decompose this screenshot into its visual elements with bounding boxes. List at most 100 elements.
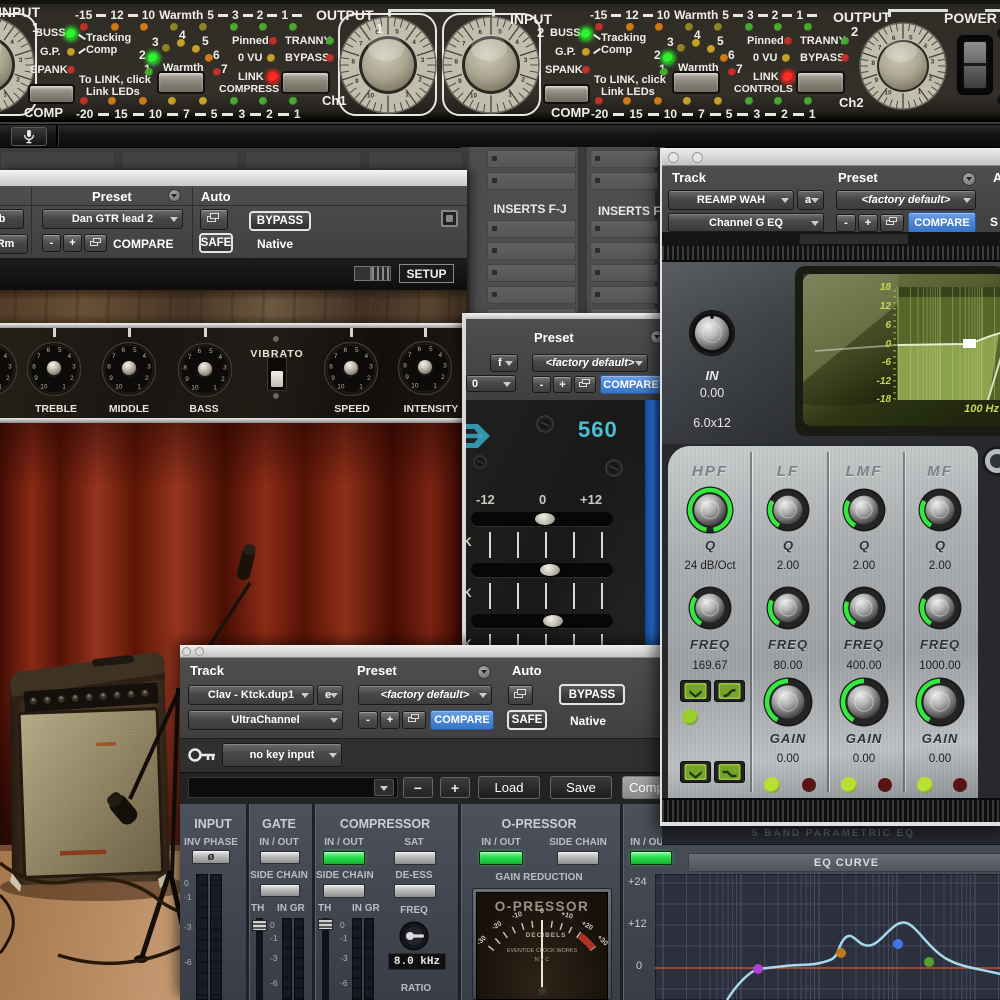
svg-text:5: 5 [909, 34, 913, 41]
svg-text:1: 1 [137, 383, 141, 390]
svg-text:1: 1 [359, 383, 363, 390]
svg-text:3: 3 [369, 364, 373, 371]
svg-text:3: 3 [931, 59, 935, 66]
svg-text:7: 7 [188, 354, 192, 361]
svg-text:4: 4 [142, 353, 146, 360]
svg-text:0: 0 [540, 908, 544, 915]
svg-text:2: 2 [221, 376, 225, 383]
svg-text:7: 7 [334, 353, 338, 360]
svg-text:3: 3 [421, 57, 425, 64]
svg-text:9: 9 [874, 77, 878, 84]
svg-text:-20: -20 [491, 920, 503, 931]
svg-text:N Y C: N Y C [535, 957, 549, 963]
svg-text:10: 10 [470, 93, 478, 100]
svg-text:10: 10 [884, 89, 892, 96]
svg-text:2: 2 [441, 374, 445, 381]
svg-text:5: 5 [429, 346, 433, 353]
svg-text:1: 1 [508, 92, 512, 99]
svg-text:3: 3 [524, 57, 528, 64]
svg-text:100 Hz: 100 Hz [964, 403, 999, 415]
svg-text:1: 1 [3, 92, 7, 99]
svg-text:8: 8 [871, 60, 875, 67]
svg-text:8: 8 [183, 365, 187, 372]
svg-text:10: 10 [191, 384, 199, 391]
svg-text:5: 5 [209, 348, 213, 355]
svg-text:10: 10 [367, 93, 375, 100]
svg-text:+30: +30 [595, 934, 608, 947]
svg-text:-10: -10 [511, 911, 523, 921]
svg-text:2: 2 [929, 76, 933, 83]
svg-text:5: 5 [133, 347, 137, 354]
svg-text:2: 2 [521, 77, 525, 84]
svg-text:9: 9 [355, 78, 359, 85]
svg-text:10: 10 [337, 383, 345, 390]
svg-text:4: 4 [923, 43, 927, 50]
svg-text:4: 4 [438, 352, 442, 359]
svg-text:9: 9 [405, 374, 409, 381]
svg-text:4: 4 [515, 39, 519, 46]
svg-text:3: 3 [72, 364, 76, 371]
svg-text:4: 4 [3, 353, 7, 360]
svg-text:0: 0 [885, 339, 891, 350]
svg-text:1: 1 [433, 382, 437, 389]
svg-text:5: 5 [355, 347, 359, 354]
svg-text:1: 1 [213, 384, 217, 391]
svg-text:-12: -12 [877, 376, 892, 387]
svg-text:7: 7 [37, 353, 41, 360]
svg-text:9: 9 [458, 78, 462, 85]
svg-text:4: 4 [67, 353, 71, 360]
svg-text:3: 3 [8, 364, 12, 371]
svg-text:3: 3 [443, 363, 447, 370]
svg-text:18: 18 [880, 282, 892, 293]
svg-text:6: 6 [417, 346, 421, 353]
svg-text:8: 8 [454, 59, 458, 66]
svg-text:6: 6 [121, 347, 125, 354]
svg-text:4: 4 [364, 353, 368, 360]
svg-text:7: 7 [408, 352, 412, 359]
svg-text:2: 2 [6, 375, 10, 382]
svg-text:4: 4 [218, 354, 222, 361]
svg-text:1: 1 [917, 89, 921, 96]
svg-text:4: 4 [10, 39, 14, 46]
svg-text:1: 1 [62, 383, 66, 390]
svg-text:8: 8 [351, 59, 355, 66]
svg-text:9: 9 [331, 375, 335, 382]
svg-text:6: 6 [46, 347, 50, 354]
svg-text:2: 2 [418, 77, 422, 84]
svg-text:6: 6 [478, 29, 482, 36]
svg-text:4: 4 [412, 39, 416, 46]
svg-text:3: 3 [223, 365, 227, 372]
svg-text:12: 12 [880, 301, 892, 312]
svg-text:1: 1 [405, 92, 409, 99]
svg-text:3: 3 [147, 364, 151, 371]
svg-text:10: 10 [40, 383, 48, 390]
svg-text:2: 2 [145, 375, 149, 382]
svg-text:8: 8 [329, 364, 333, 371]
svg-text:8: 8 [107, 364, 111, 371]
svg-text:6: 6 [885, 320, 891, 331]
svg-text:-6: -6 [882, 357, 891, 368]
svg-text:9: 9 [34, 375, 38, 382]
svg-text:9: 9 [185, 376, 189, 383]
svg-text:9: 9 [109, 375, 113, 382]
svg-text:+20: +20 [580, 920, 594, 932]
svg-text:6: 6 [343, 347, 347, 354]
svg-text:-18: -18 [877, 394, 892, 405]
svg-text:3: 3 [19, 57, 23, 64]
svg-text:7: 7 [878, 44, 882, 51]
svg-text:10: 10 [115, 383, 123, 390]
svg-text:5: 5 [58, 347, 62, 354]
svg-text:DECIBELS: DECIBELS [526, 932, 567, 939]
svg-text:5: 5 [395, 29, 399, 36]
svg-text:2: 2 [16, 77, 20, 84]
svg-text:8: 8 [403, 363, 407, 370]
svg-text:10: 10 [411, 382, 419, 389]
svg-text:5: 5 [498, 29, 502, 36]
svg-text:2: 2 [367, 375, 371, 382]
svg-text:EVENTIDE CLOCK WORKS: EVENTIDE CLOCK WORKS [507, 948, 578, 954]
svg-text:7: 7 [462, 40, 466, 47]
svg-text:7: 7 [112, 353, 116, 360]
svg-text:6: 6 [197, 348, 201, 355]
svg-text:7: 7 [359, 40, 363, 47]
svg-text:-30: -30 [476, 935, 488, 947]
